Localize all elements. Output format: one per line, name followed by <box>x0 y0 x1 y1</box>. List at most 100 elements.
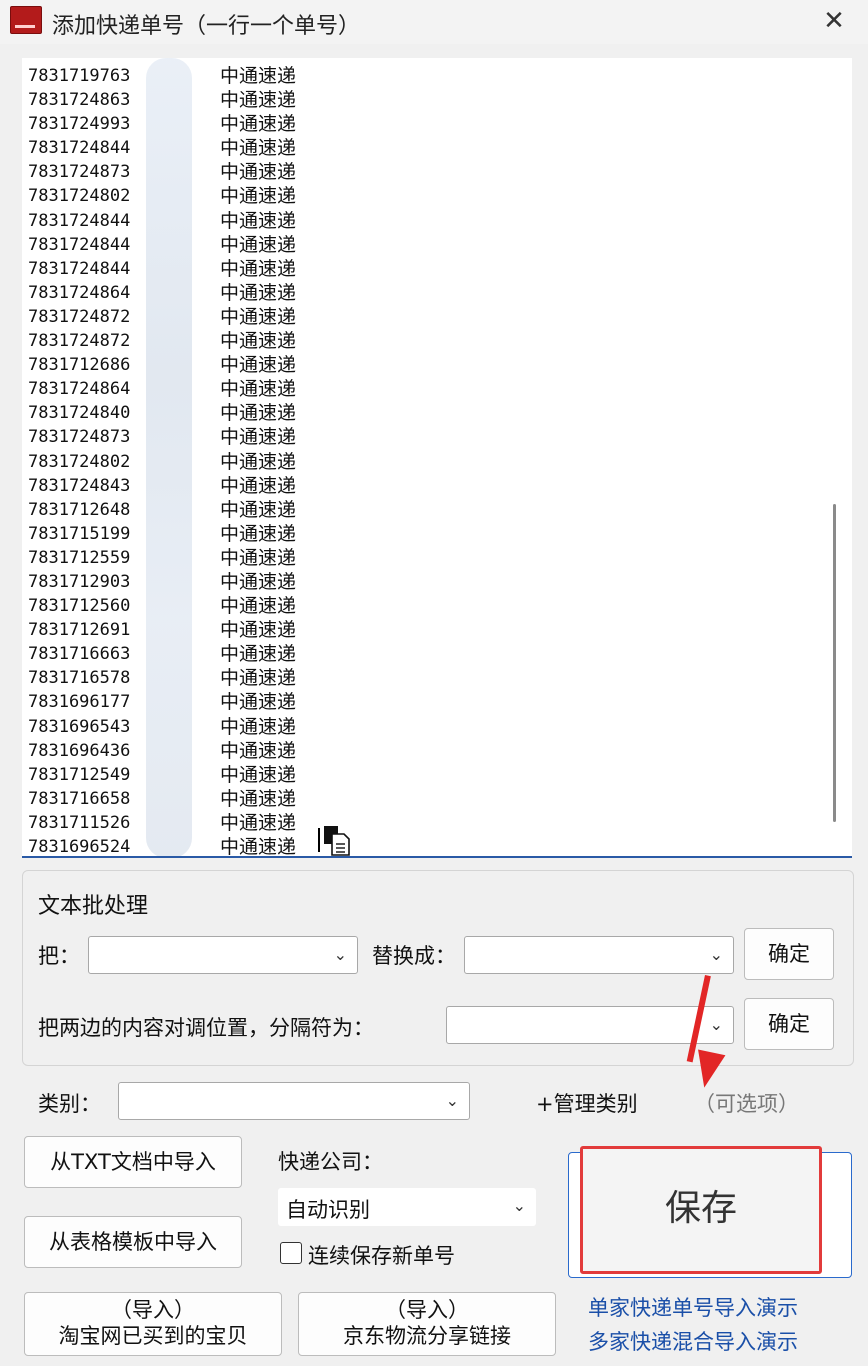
tracking-number: 7831724863 <box>28 90 131 111</box>
replace-combo[interactable]: ⌄ <box>464 936 734 974</box>
courier-company-label: 快递公司： <box>278 1150 383 1174</box>
courier-name: 中通速递 <box>220 546 297 569</box>
tracking-number: 7831724844 <box>28 210 131 231</box>
tracking-number: 7831724843 <box>28 475 131 496</box>
single-courier-demo-link[interactable]: 单家快递单号导入演示 <box>588 1292 798 1322</box>
courier-name: 中通速递 <box>220 836 297 858</box>
courier-name: 中通速递 <box>220 498 297 521</box>
tracking-number: 7831696177 <box>28 692 131 713</box>
import-table-button[interactable]: 从表格模板中导入 <box>24 1216 242 1268</box>
tracking-number: 7831712560 <box>28 596 131 617</box>
jd-top-label: （导入） <box>385 1298 469 1322</box>
app-icon <box>10 6 42 34</box>
chevron-down-icon: ⌄ <box>333 945 347 964</box>
text-cursor <box>318 828 320 852</box>
taobao-bottom-label: 淘宝网已买到的宝贝 <box>58 1324 248 1348</box>
import-txt-button[interactable]: 从TXT文档中导入 <box>24 1136 242 1188</box>
tracking-number: 7831724844 <box>28 138 131 159</box>
tracking-number: 7831724864 <box>28 282 131 303</box>
tracking-number: 7831724872 <box>28 331 131 352</box>
tracking-number: 7831716658 <box>28 788 131 809</box>
vertical-scrollbar[interactable] <box>833 504 836 822</box>
courier-name: 中通速递 <box>220 715 297 738</box>
tracking-number: 7831696436 <box>28 740 131 761</box>
tracking-number: 7831712549 <box>28 764 131 785</box>
tracking-number: 7831712691 <box>28 620 131 641</box>
tracking-numbers-textarea[interactable]: 7831719763 中通速递 7831724863 中通速递 7831724993 中通… <box>22 58 852 858</box>
annotation-arrow-head <box>690 1049 726 1091</box>
title-bar: 添加快递单号（一行一个单号） ✕ <box>0 0 868 44</box>
tracking-number: 7831712559 <box>28 547 131 568</box>
tracking-number: 7831724864 <box>28 379 131 400</box>
tracking-number: 7831719763 <box>28 66 131 86</box>
import-taobao-button[interactable]: （导入） 淘宝网已买到的宝贝 <box>24 1292 282 1356</box>
courier-name: 中通速递 <box>220 233 297 256</box>
tracking-number: 7831724840 <box>28 403 131 424</box>
courier-name: 中通速递 <box>220 330 297 353</box>
tracking-number: 7831715199 <box>28 523 131 544</box>
courier-name: 中通速递 <box>220 570 297 593</box>
courier-name: 中通速递 <box>220 137 297 160</box>
courier-name: 中通速递 <box>220 402 297 425</box>
confirm-swap-button[interactable]: 确定 <box>744 998 834 1050</box>
paste-icon[interactable] <box>324 826 350 856</box>
courier-name: 中通速递 <box>220 787 297 810</box>
chevron-down-icon: ⌄ <box>709 945 723 964</box>
courier-company-select[interactable]: 自动识别 ⌄ <box>278 1188 536 1226</box>
tracking-number: 7831724873 <box>28 162 131 183</box>
multi-courier-demo-link[interactable]: 多家快递混合导入演示 <box>588 1326 798 1356</box>
tracking-number: 7831724844 <box>28 234 131 255</box>
tracking-number: 7831716578 <box>28 668 131 689</box>
batch-process-title: 文本批处理 <box>38 894 149 919</box>
continuous-save-checkbox[interactable] <box>280 1242 302 1264</box>
tracking-number: 7831724993 <box>28 114 131 135</box>
courier-name: 中通速递 <box>220 65 297 87</box>
courier-name: 中通速递 <box>220 474 297 497</box>
courier-name: 中通速递 <box>220 739 297 762</box>
courier-name: 中通速递 <box>220 450 297 473</box>
chevron-down-icon: ⌄ <box>512 1196 526 1215</box>
tracking-number: 7831716663 <box>28 644 131 665</box>
courier-name: 中通速递 <box>220 185 297 208</box>
confirm-replace-button[interactable]: 确定 <box>744 928 834 980</box>
find-combo[interactable]: ⌄ <box>88 936 358 974</box>
courier-name: 中通速递 <box>220 257 297 280</box>
save-button[interactable]: 保存 <box>580 1146 822 1274</box>
tracking-number: 7831712686 <box>28 355 131 376</box>
courier-name: 中通速递 <box>220 378 297 401</box>
category-combo[interactable]: ⌄ <box>118 1082 470 1120</box>
courier-name: 中通速递 <box>220 811 297 834</box>
courier-name: 中通速递 <box>220 305 297 328</box>
chevron-down-icon: ⌄ <box>709 1015 723 1034</box>
courier-name: 中通速递 <box>220 281 297 304</box>
redaction-blur <box>146 58 192 856</box>
tracking-number: 7831696524 <box>28 837 131 857</box>
courier-name: 中通速递 <box>220 667 297 690</box>
tracking-number: 7831724802 <box>28 451 131 472</box>
tracking-number: 7831724873 <box>28 427 131 448</box>
courier-name: 中通速递 <box>220 354 297 377</box>
tracking-number: 7831724872 <box>28 306 131 327</box>
tracking-number: 7831696543 <box>28 716 131 737</box>
import-jd-button[interactable]: （导入） 京东物流分享链接 <box>298 1292 556 1356</box>
courier-name: 中通速递 <box>220 161 297 184</box>
courier-name: 中通速递 <box>220 522 297 545</box>
courier-company-value: 自动识别 <box>286 1198 370 1222</box>
replace-label: 替换成： <box>372 944 456 968</box>
category-label: 类别： <box>38 1092 101 1116</box>
courier-name: 中通速递 <box>220 209 297 232</box>
courier-name: 中通速递 <box>220 595 297 618</box>
taobao-top-label: （导入） <box>111 1298 195 1322</box>
courier-name: 中通速递 <box>220 643 297 666</box>
window-title: 添加快递单号（一行一个单号） <box>52 14 361 39</box>
find-label: 把： <box>38 944 80 968</box>
tracking-number: 7831724802 <box>28 186 131 207</box>
courier-name: 中通速递 <box>220 113 297 136</box>
manage-category-link[interactable]: +管理类别 <box>536 1088 638 1118</box>
continuous-save-label: 连续保存新单号 <box>308 1244 455 1268</box>
courier-name: 中通速递 <box>220 426 297 449</box>
close-button[interactable]: ✕ <box>814 4 854 38</box>
swap-label: 把两边的内容对调位置，分隔符为： <box>38 1016 374 1040</box>
tracking-number: 7831712648 <box>28 499 131 520</box>
courier-name: 中通速递 <box>220 89 297 112</box>
